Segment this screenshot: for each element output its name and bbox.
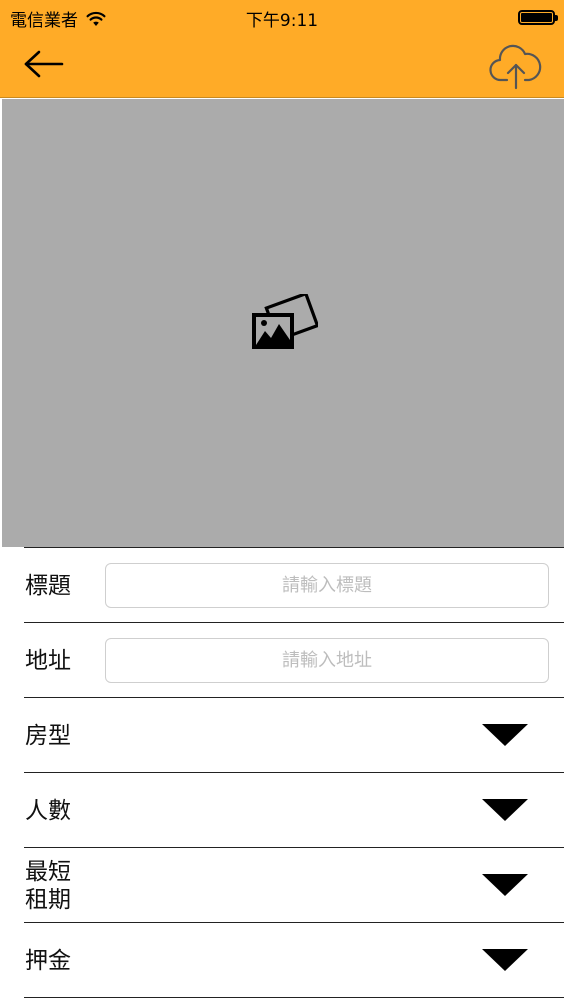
min-lease-label-line1: 最短 <box>25 858 71 885</box>
room-type-label: 房型 <box>25 722 71 749</box>
battery-full-icon <box>518 10 558 25</box>
cloud-upload-icon <box>489 44 542 90</box>
title-row: 標題 <box>24 547 564 622</box>
address-row: 地址 <box>24 622 564 697</box>
dropdown-triangle-icon[interactable] <box>482 799 528 821</box>
occupancy-label: 人數 <box>25 797 71 824</box>
photo-picker[interactable] <box>2 99 564 547</box>
back-button[interactable] <box>22 48 66 80</box>
min-lease-label-line2: 租期 <box>25 886 71 913</box>
dropdown-triangle-icon[interactable] <box>482 724 528 746</box>
title-input[interactable] <box>105 563 549 608</box>
status-time: 下午9:11 <box>245 11 319 31</box>
room-type-row[interactable]: 房型 <box>24 697 564 772</box>
title-label: 標題 <box>25 572 71 599</box>
min-lease-row[interactable]: 最短 租期 <box>24 847 564 922</box>
deposit-row[interactable]: 押金 <box>24 922 564 997</box>
deposit-label: 押金 <box>25 947 71 974</box>
address-input[interactable] <box>105 638 549 683</box>
address-label: 地址 <box>25 647 71 674</box>
status-bar: 電信業者 下午9:11 <box>0 0 564 34</box>
nav-bar <box>0 34 564 98</box>
upload-button[interactable] <box>488 40 544 92</box>
occupancy-row[interactable]: 人數 <box>24 772 564 847</box>
dropdown-triangle-icon[interactable] <box>482 949 528 971</box>
min-lease-label: 最短 租期 <box>25 848 71 923</box>
add-photos-icon <box>252 294 318 349</box>
arrow-left-icon <box>24 50 64 78</box>
dropdown-triangle-icon[interactable] <box>482 874 528 896</box>
form-divider <box>24 997 564 998</box>
